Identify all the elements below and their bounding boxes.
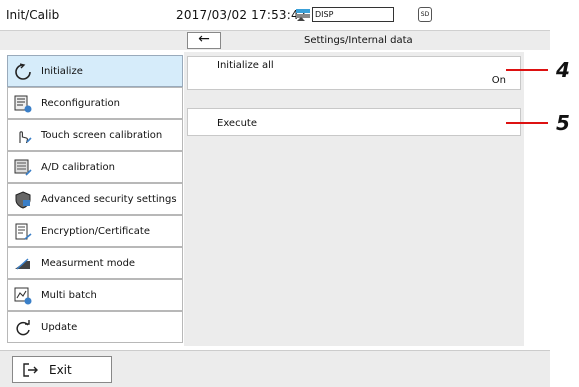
update-arrow-icon	[16, 320, 30, 336]
sidebar-item-ad-calibration[interactable]: A/D calibration	[7, 151, 183, 183]
sidebar: Initialize Reconfiguration Touch screen …	[7, 55, 183, 345]
device-screen: Init/Calib 2017/03/02 17:53:47 DISP SD ←…	[0, 0, 550, 387]
touch-hand-icon	[19, 131, 32, 144]
sidebar-item-touch-calibration[interactable]: Touch screen calibration	[7, 119, 183, 151]
measurement-mode-icon	[15, 258, 30, 270]
sidebar-item-multi-batch[interactable]: Multi batch	[7, 279, 183, 311]
initialize-all-value: On	[491, 75, 506, 86]
sidebar-item-label: Initialize	[41, 66, 83, 77]
sidebar-item-initialize[interactable]: Initialize	[7, 55, 183, 87]
breadcrumb: Settings/Internal data	[304, 35, 413, 46]
multi-batch-icon	[14, 287, 32, 305]
display-mode-icon	[296, 9, 310, 21]
mode-title: Init/Calib	[6, 8, 60, 22]
sidebar-item-reconfiguration[interactable]: Reconfiguration	[7, 87, 183, 119]
initialize-all-label: Initialize all	[217, 60, 274, 71]
status-datetime: 2017/03/02 17:53:47	[176, 8, 307, 22]
certificate-icon	[15, 223, 32, 240]
display-label-box: DISP	[312, 7, 394, 22]
exit-icon	[23, 363, 38, 377]
back-button[interactable]: ←	[187, 32, 221, 49]
callout-number-4: 4	[556, 58, 570, 82]
sidebar-item-label: Update	[41, 322, 78, 333]
reconfiguration-icon	[14, 95, 32, 113]
header-band	[0, 30, 550, 50]
sidebar-item-encryption-certificate[interactable]: Encryption/Certificate	[7, 215, 183, 247]
execute-label: Execute	[217, 118, 257, 129]
execute-button[interactable]: Execute	[187, 108, 521, 136]
ad-calibration-icon	[14, 159, 32, 176]
sidebar-item-label: A/D calibration	[41, 162, 116, 173]
callout-number-5: 5	[556, 111, 570, 135]
sd-card-icon: SD	[418, 7, 432, 22]
sidebar-item-label: Measurment mode	[41, 258, 136, 269]
sidebar-item-label: Reconfiguration	[41, 98, 120, 109]
sidebar-item-label: Encryption/Certificate	[41, 226, 150, 237]
sidebar-item-label: Touch screen calibration	[41, 130, 163, 141]
sidebar-item-update[interactable]: Update	[7, 311, 183, 343]
exit-label: Exit	[49, 363, 72, 377]
sidebar-item-label: Advanced security settings	[41, 194, 177, 205]
security-shield-icon	[15, 191, 31, 209]
settings-panel: Initialize all On Execute	[184, 52, 524, 346]
status-bar: Init/Calib 2017/03/02 17:53:47 DISP SD	[0, 0, 550, 30]
refresh-circle-icon	[15, 63, 31, 80]
exit-button[interactable]: Exit	[12, 356, 112, 383]
callout-line-5	[506, 122, 548, 124]
sidebar-item-label: Multi batch	[41, 290, 97, 301]
sidebar-item-measurement-mode[interactable]: Measurment mode	[7, 247, 183, 279]
initialize-all-setting[interactable]: Initialize all On	[187, 56, 521, 90]
callout-line-4	[506, 69, 548, 71]
sidebar-item-advanced-security[interactable]: Advanced security settings	[7, 183, 183, 215]
